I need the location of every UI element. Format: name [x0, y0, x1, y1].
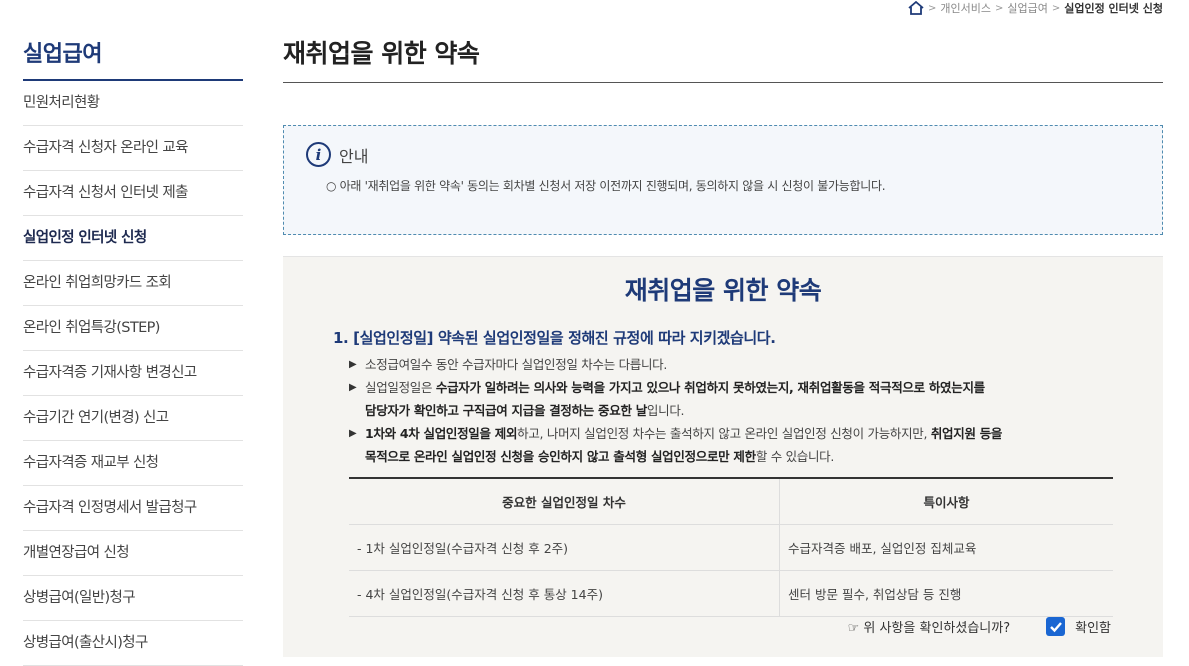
- promise-panel: 재취업을 위한 약속 1. [실업인정일] 약속된 실업인정일을 정해진 규정에…: [283, 256, 1163, 657]
- table-row: - 1차 실업인정일(수급자격 신청 후 2주) 수급자격증 배포, 실업인정 …: [349, 524, 1113, 571]
- home-icon[interactable]: [908, 1, 924, 15]
- sidebar-item[interactable]: 온라인 취업희망카드 조회: [23, 261, 243, 306]
- sidebar-item[interactable]: 수급자격 신청자 온라인 교육: [23, 126, 243, 171]
- sidebar-item[interactable]: 민원처리현황: [23, 81, 243, 126]
- bullet-item: ▶ 실업일정일은 수급자가 일하려는 의사와 능력을 가지고 있으나 취업하지 …: [349, 376, 1119, 422]
- promise-title: 재취업을 위한 약속: [624, 276, 822, 305]
- sidebar-item[interactable]: 수급자격증 재교부 신청: [23, 441, 243, 486]
- important-dates-table: 중요한 실업인정일 차수 특이사항 - 1차 실업인정일(수급자격 신청 후 2…: [349, 477, 1113, 617]
- main-content: 재취업을 위한 약속 i 안내 ○ 아래 '재취업을 위한 약속' 동의는 회차…: [283, 26, 1163, 657]
- table-header: 중요한 실업인정일 차수: [349, 478, 780, 525]
- notice-text: ○ 아래 '재취업을 위한 약속' 동의는 회차별 신청서 저장 이전까지 진행…: [326, 179, 886, 193]
- info-icon: i: [306, 142, 331, 167]
- table-row: - 4차 실업인정일(수급자격 신청 후 통상 14주) 센터 방문 필수, 취…: [349, 570, 1113, 617]
- triangle-bullet-icon: ▶: [349, 382, 357, 393]
- table-cell: 수급자격증 배포, 실업인정 집체교육: [779, 524, 1113, 571]
- breadcrumb-item[interactable]: 개인서비스: [940, 0, 991, 16]
- confirm-label[interactable]: 확인함: [1075, 617, 1111, 636]
- confirm-row: ☞ 위 사항을 확인하셨습니까? 확인함: [848, 617, 1111, 636]
- table-cell: - 1차 실업인정일(수급자격 신청 후 2주): [349, 524, 780, 571]
- notice-box: i 안내 ○ 아래 '재취업을 위한 약속' 동의는 회차별 신청서 저장 이전…: [283, 125, 1163, 235]
- table-header-row: 중요한 실업인정일 차수 특이사항: [349, 478, 1113, 525]
- bullet-item: ▶ 소정급여일수 동안 수급자마다 실업인정일 차수는 다릅니다.: [349, 353, 1119, 376]
- breadcrumb-item[interactable]: 실업급여: [1007, 0, 1047, 16]
- confirm-checkbox[interactable]: [1046, 617, 1066, 636]
- sidebar: 실업급여 민원처리현황 수급자격 신청자 온라인 교육 수급자격 신청서 인터넷…: [23, 26, 243, 666]
- confirm-question: ☞ 위 사항을 확인하셨습니까?: [847, 621, 1011, 636]
- sidebar-item[interactable]: 온라인 취업특강(STEP): [23, 306, 243, 351]
- breadcrumb-current: 실업인정 인터넷 신청: [1064, 2, 1163, 15]
- page-title: 재취업을 위한 약속: [283, 26, 1163, 83]
- sidebar-item[interactable]: 개별연장급여 신청: [23, 531, 243, 576]
- sidebar-item[interactable]: 수급자격 인정명세서 발급청구: [23, 486, 243, 531]
- promise-bullets: ▶ 소정급여일수 동안 수급자마다 실업인정일 차수는 다릅니다. ▶ 실업일정…: [349, 353, 1119, 468]
- sidebar-item[interactable]: 상병급여(일반)청구: [23, 576, 243, 621]
- notice-title: 안내: [339, 146, 369, 166]
- triangle-bullet-icon: ▶: [349, 359, 357, 370]
- sidebar-item[interactable]: 수급자격증 기재사항 변경신고: [23, 351, 243, 396]
- sidebar-title: 실업급여: [23, 26, 243, 81]
- chevron-right-icon: >: [1051, 2, 1061, 14]
- table-header: 특이사항: [779, 478, 1113, 525]
- sidebar-item-active[interactable]: 실업인정 인터넷 신청: [23, 216, 243, 261]
- promise-heading: 1. [실업인정일] 약속된 실업인정일을 정해진 규정에 따라 지키겠습니다.: [333, 329, 776, 347]
- chevron-right-icon: >: [994, 2, 1004, 14]
- sidebar-item[interactable]: 수급자격 신청서 인터넷 제출: [23, 171, 243, 216]
- sidebar-item[interactable]: 상병급여(출산시)청구: [23, 621, 243, 666]
- table-cell: 센터 방문 필수, 취업상담 등 진행: [779, 570, 1113, 617]
- table-cell: - 4차 실업인정일(수급자격 신청 후 통상 14주): [349, 570, 780, 617]
- triangle-bullet-icon: ▶: [349, 428, 357, 439]
- checkmark-icon: [1049, 621, 1062, 632]
- breadcrumb: > 개인서비스 > 실업급여 > 실업인정 인터넷 신청: [908, 0, 1163, 16]
- sidebar-item[interactable]: 수급기간 연기(변경) 신고: [23, 396, 243, 441]
- bullet-item: ▶ 1차와 4차 실업인정일을 제외하고, 나머지 실업인정 차수는 출석하지 …: [349, 422, 1119, 468]
- chevron-right-icon: >: [927, 2, 937, 14]
